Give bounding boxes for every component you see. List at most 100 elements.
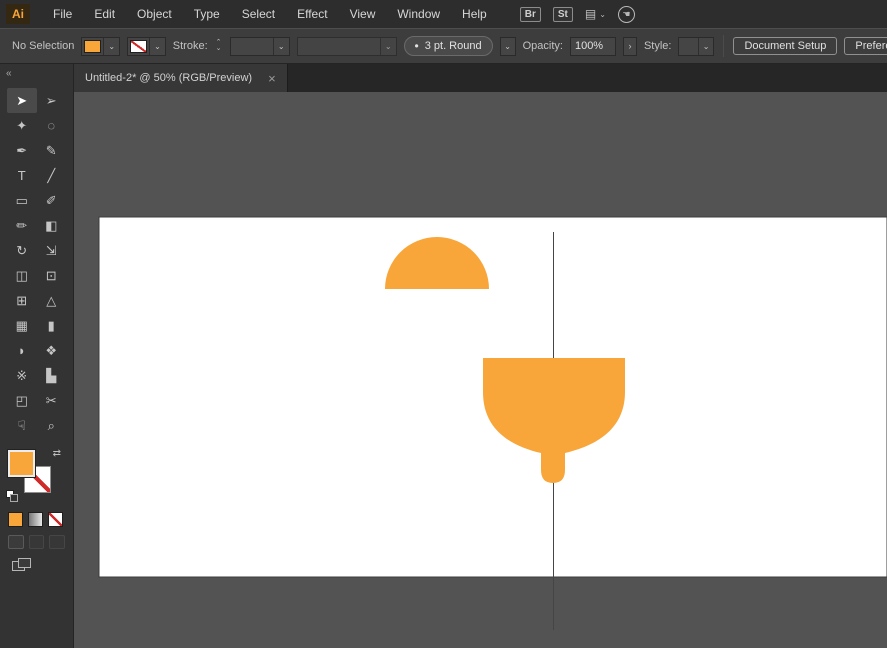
- change-screen-mode-icon[interactable]: [12, 558, 32, 572]
- menu-type[interactable]: Type: [183, 7, 231, 21]
- canvas[interactable]: [74, 92, 887, 648]
- eraser-tool[interactable]: ◧: [37, 213, 67, 238]
- opacity-value: 100%: [575, 40, 603, 52]
- stroke-label: Stroke:: [173, 40, 208, 52]
- brush-dropdown[interactable]: ⌄: [500, 37, 516, 56]
- slice-tool[interactable]: ✂: [37, 388, 67, 413]
- control-bar: No Selection ⌄ ⌄ Stroke: ⌃ ⌄ ⌄ ⌄ • 3 pt.…: [0, 28, 887, 64]
- gradient-button[interactable]: [28, 512, 43, 527]
- document-setup-button[interactable]: Document Setup: [733, 37, 837, 55]
- workspace-grid-icon: ▤: [585, 7, 596, 21]
- collapse-panel-icon[interactable]: «: [6, 68, 12, 79]
- hand-tool[interactable]: ☟: [7, 413, 37, 438]
- tools-panel: « ➤ ➢ ✦ ◌ ✒ ✎ T ╱ ▭ ✐ ✏ ◧ ↻ ⇲ ◫ ⊡ ⊞ △ ▦ …: [0, 64, 74, 648]
- fill-swatch-icon: [84, 40, 101, 53]
- fill-stroke-controls: ⇄: [6, 448, 67, 504]
- illustrator-logo-icon: Ai: [6, 4, 30, 24]
- stroke-weight-dropdown[interactable]: ⌄: [230, 37, 290, 56]
- gradient-tool[interactable]: ▮: [37, 313, 67, 338]
- fill-color-swatch[interactable]: [8, 450, 35, 477]
- draw-behind-button[interactable]: [29, 535, 45, 549]
- color-button[interactable]: [8, 512, 23, 527]
- symbol-sprayer-tool[interactable]: ※: [7, 363, 37, 388]
- brush-definition-field[interactable]: • 3 pt. Round: [404, 36, 493, 56]
- arrange-documents-dropdown[interactable]: ▤ ⌄: [585, 7, 606, 21]
- chevron-down-icon: ⌄: [500, 38, 515, 55]
- fill-color-dropdown[interactable]: ⌄: [81, 37, 120, 56]
- touch-workspace-icon[interactable]: ☚: [618, 6, 635, 23]
- eyedropper-tool[interactable]: ◗: [7, 338, 37, 363]
- drawing-mode-buttons: [0, 527, 73, 549]
- brush-name: 3 pt. Round: [425, 40, 482, 52]
- mesh-tool[interactable]: ▦: [7, 313, 37, 338]
- perspective-grid-tool[interactable]: △: [37, 288, 67, 313]
- draw-normal-button[interactable]: [8, 535, 24, 549]
- pencil-tool[interactable]: ✏: [7, 213, 37, 238]
- stroke-none-swatch-icon: [130, 40, 147, 53]
- draw-inside-button[interactable]: [49, 535, 65, 549]
- chevron-down-icon: ⌄: [103, 38, 119, 55]
- canvas-svg: [74, 92, 887, 648]
- screen-mode-control: [0, 549, 73, 577]
- artboard-tool[interactable]: ◰: [7, 388, 37, 413]
- free-transform-tool[interactable]: ⊡: [37, 263, 67, 288]
- close-tab-icon[interactable]: ×: [268, 71, 276, 86]
- menu-file[interactable]: File: [42, 7, 83, 21]
- line-segment-tool[interactable]: ╱: [37, 163, 67, 188]
- document-tab-title: Untitled-2* @ 50% (RGB/Preview): [85, 72, 252, 84]
- opacity-input[interactable]: 100%: [570, 37, 616, 56]
- mini-stroke-icon: [10, 494, 18, 502]
- menu-bar: Ai File Edit Object Type Select Effect V…: [0, 0, 887, 28]
- style-label: Style:: [644, 40, 672, 52]
- menu-window[interactable]: Window: [386, 7, 451, 21]
- pen-tool[interactable]: ✒: [7, 138, 37, 163]
- bridge-button[interactable]: Br: [520, 7, 541, 22]
- divider: [723, 35, 724, 57]
- document-tab-bar: Untitled-2* @ 50% (RGB/Preview) ×: [74, 64, 887, 92]
- paintbrush-tool[interactable]: ✐: [37, 188, 67, 213]
- width-tool[interactable]: ◫: [7, 263, 37, 288]
- shape-builder-tool[interactable]: ⊞: [7, 288, 37, 313]
- opacity-slider-button[interactable]: ›: [623, 37, 637, 56]
- direct-selection-tool[interactable]: ➢: [37, 88, 67, 113]
- variable-width-profile-dropdown[interactable]: ⌄: [297, 37, 397, 56]
- scale-tool[interactable]: ⇲: [37, 238, 67, 263]
- workspace: « ➤ ➢ ✦ ◌ ✒ ✎ T ╱ ▭ ✐ ✏ ◧ ↻ ⇲ ◫ ⊡ ⊞ △ ▦ …: [0, 64, 887, 648]
- type-tool[interactable]: T: [7, 163, 37, 188]
- rotate-tool[interactable]: ↻: [7, 238, 37, 263]
- menu-view[interactable]: View: [339, 7, 387, 21]
- menu-effect[interactable]: Effect: [286, 7, 338, 21]
- menu-select[interactable]: Select: [231, 7, 286, 21]
- curvature-tool[interactable]: ✎: [37, 138, 67, 163]
- menu-edit[interactable]: Edit: [83, 7, 126, 21]
- chevron-down-icon: ⌄: [698, 38, 714, 55]
- screen-rect-front: [18, 558, 31, 568]
- zoom-tool[interactable]: ⌕: [37, 413, 67, 438]
- opacity-label: Opacity:: [523, 40, 563, 52]
- color-mode-buttons: [0, 504, 73, 527]
- menu-object[interactable]: Object: [126, 7, 183, 21]
- chevron-down-icon: ⌄: [380, 38, 396, 55]
- magic-wand-tool[interactable]: ✦: [7, 113, 37, 138]
- chevron-down-icon: ⌄: [149, 38, 165, 55]
- blend-tool[interactable]: ❖: [37, 338, 67, 363]
- rectangle-tool[interactable]: ▭: [7, 188, 37, 213]
- stroke-color-dropdown[interactable]: ⌄: [127, 37, 166, 56]
- none-button[interactable]: [48, 512, 63, 527]
- preferences-button[interactable]: Preferences: [844, 37, 887, 55]
- stock-button[interactable]: St: [553, 7, 573, 22]
- tools-grid: ➤ ➢ ✦ ◌ ✒ ✎ T ╱ ▭ ✐ ✏ ◧ ↻ ⇲ ◫ ⊡ ⊞ △ ▦ ▮ …: [0, 84, 73, 438]
- swap-fill-stroke-icon[interactable]: ⇄: [53, 448, 61, 459]
- default-fill-stroke-icon[interactable]: [6, 490, 20, 502]
- document-area: Untitled-2* @ 50% (RGB/Preview) ×: [74, 64, 887, 648]
- menu-help[interactable]: Help: [451, 7, 498, 21]
- graphic-style-dropdown[interactable]: ⌄: [678, 37, 714, 56]
- brush-preview-icon: •: [415, 39, 419, 53]
- column-graph-tool[interactable]: ▙: [37, 363, 67, 388]
- selection-status: No Selection: [12, 40, 74, 52]
- chevron-down-icon: ⌄: [273, 38, 289, 55]
- selection-tool[interactable]: ➤: [7, 88, 37, 113]
- stroke-weight-stepper[interactable]: ⌃ ⌄: [215, 40, 223, 52]
- document-tab[interactable]: Untitled-2* @ 50% (RGB/Preview) ×: [74, 64, 288, 92]
- lasso-tool[interactable]: ◌: [37, 113, 67, 138]
